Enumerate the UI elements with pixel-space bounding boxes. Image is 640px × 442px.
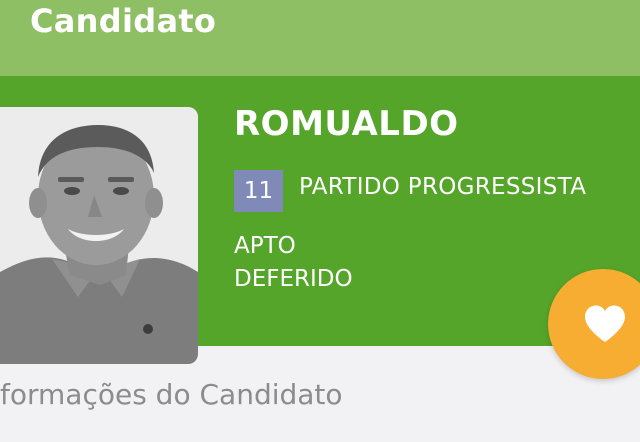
section-title-candidate-info: formações do Candidato bbox=[0, 378, 343, 411]
app-header: Candidato bbox=[0, 0, 640, 76]
party-name: PARTIDO PROGRESSISTA bbox=[299, 174, 587, 200]
candidate-photo bbox=[0, 107, 198, 364]
favorite-button[interactable] bbox=[548, 269, 640, 379]
candidate-name: ROMUALDO bbox=[234, 104, 459, 144]
candidacy-status: APTO bbox=[234, 233, 296, 259]
candidate-portrait bbox=[0, 107, 198, 364]
party-number-badge: 11 bbox=[234, 170, 283, 212]
heart-icon bbox=[585, 305, 625, 342]
candidacy-situation: DEFERIDO bbox=[234, 266, 353, 292]
page-title: Candidato bbox=[30, 2, 217, 40]
